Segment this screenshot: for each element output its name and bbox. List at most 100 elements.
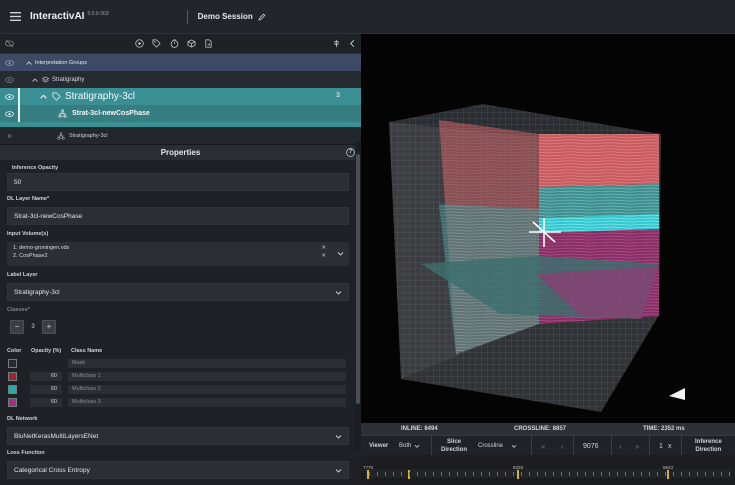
- tree-row-stratigraphy-3cl[interactable]: Stratigraphy-3cl 3: [0, 88, 361, 105]
- step-input[interactable]: 1: [659, 436, 663, 456]
- network-value: BluNetKerasMultiLayersENet: [14, 432, 99, 440]
- viewer-label: Viewer: [369, 443, 389, 449]
- class-opacity-input[interactable]: 60: [30, 372, 62, 381]
- timeline-tick: [393, 472, 394, 476]
- class-name-input[interactable]: Multiclass 2: [68, 385, 346, 394]
- step-unit: x: [668, 442, 672, 450]
- dl-layer-input[interactable]: Strat-3cl-newCosPhase: [7, 207, 349, 225]
- network-label: DL Network: [7, 416, 38, 422]
- tree-row-interpretation-groups[interactable]: Interpretation Groups: [0, 54, 361, 71]
- label-layer-value: Stratigraphy-3cl: [14, 288, 60, 296]
- eye-icon[interactable]: [0, 76, 18, 83]
- network-select[interactable]: BluNetKerasMultiLayersENet: [7, 427, 349, 445]
- remove-volume-icon[interactable]: ✕: [321, 253, 326, 259]
- seismic-3d-viewer[interactable]: [361, 34, 735, 423]
- timeline-tick: [577, 472, 578, 476]
- tree-label-stratigraphy-3cl: Stratigraphy-3cl: [65, 91, 136, 102]
- network-icon: [57, 131, 65, 140]
- chevron-up-icon[interactable]: [26, 60, 32, 65]
- timeline-marker[interactable]: [667, 470, 669, 479]
- chevron-down-icon[interactable]: [335, 433, 342, 440]
- collapse-panel-icon[interactable]: [346, 38, 358, 50]
- chevron-up-icon[interactable]: [40, 94, 47, 99]
- decrement-button[interactable]: −: [10, 320, 24, 334]
- inference-label-line: Direction: [695, 447, 722, 453]
- timeline-tick: [497, 472, 498, 476]
- app-version: 5.0.0-303: [87, 11, 109, 17]
- name-col-header: Class Name: [71, 348, 103, 354]
- class-color-swatch[interactable]: [8, 385, 17, 394]
- classes-value: 3: [31, 324, 35, 330]
- eye-icon[interactable]: [0, 133, 18, 139]
- tree-label-groups: Interpretation Groups: [35, 59, 87, 66]
- timer-icon[interactable]: [168, 38, 180, 50]
- class-opacity-input[interactable]: [30, 359, 62, 368]
- timeline-tick: [537, 472, 538, 476]
- inference-label-line: Inference: [695, 439, 722, 445]
- chevron-down-icon[interactable]: [511, 443, 517, 449]
- timeline-tick: [681, 472, 682, 476]
- edit-session-icon[interactable]: [258, 13, 266, 21]
- slice-controls: Viewer Both Slice Direction Crossline « ‹…: [361, 435, 735, 456]
- hamburger-menu-icon[interactable]: [0, 0, 30, 34]
- input-volumes-select[interactable]: 1. demo-groningen.vds ✕ 2. CosPhase2 ✕: [7, 242, 349, 266]
- inference-direction-label[interactable]: Inference Direction: [695, 436, 722, 456]
- class-color-swatch[interactable]: [8, 372, 17, 381]
- inline-readout: INLINE: 8494: [401, 426, 438, 432]
- viewer-select[interactable]: Both: [399, 436, 420, 456]
- eye-icon[interactable]: [0, 93, 18, 100]
- timeline-tick: [473, 472, 474, 476]
- slice-direction-select[interactable]: Crossline: [478, 436, 517, 456]
- class-color-swatch[interactable]: [8, 359, 17, 368]
- seismic-cube-render: [389, 104, 685, 412]
- remove-volume-icon[interactable]: ✕: [321, 245, 326, 251]
- first-slice-icon[interactable]: «: [541, 436, 545, 456]
- crossline-readout: CROSSLINE: 8857: [514, 426, 567, 432]
- timeline-tick: [609, 472, 610, 476]
- label-layer-select[interactable]: Stratigraphy-3cl: [7, 283, 349, 301]
- increment-button[interactable]: +: [42, 320, 56, 334]
- class-color-swatch[interactable]: [8, 398, 17, 407]
- timeline-marker[interactable]: [517, 470, 519, 479]
- slice-index-input[interactable]: 9076: [583, 436, 599, 456]
- classes-label: Classes*: [7, 307, 30, 313]
- chevron-down-icon[interactable]: [414, 443, 420, 449]
- class-opacity-input[interactable]: 60: [30, 385, 62, 394]
- class-name-input[interactable]: Mask: [68, 359, 346, 368]
- class-name-input[interactable]: Multiclass 3: [68, 398, 346, 407]
- class-opacity-input[interactable]: 60: [30, 398, 62, 407]
- timeline-track[interactable]: [365, 469, 731, 478]
- chevron-up-icon[interactable]: [32, 77, 38, 82]
- input-volumes-label: Input Volume(s): [7, 231, 49, 237]
- session-title: Demo Session: [197, 12, 253, 21]
- timeline-tick: [441, 472, 442, 476]
- last-slice-icon[interactable]: »: [635, 436, 639, 456]
- loss-function-select[interactable]: Categorical Cross Entropy: [7, 461, 349, 479]
- class-name-input[interactable]: Multiclass 1: [68, 372, 346, 381]
- chevron-down-icon[interactable]: [335, 467, 342, 474]
- export-icon[interactable]: [202, 38, 214, 50]
- scrollbar-thumb[interactable]: [356, 154, 360, 404]
- tree-row-stratigraphy[interactable]: Stratigraphy: [0, 71, 361, 88]
- chevron-down-icon[interactable]: [337, 250, 344, 257]
- tag-icon[interactable]: [150, 38, 162, 50]
- class-row: 60 Multiclass 2: [7, 383, 346, 396]
- divider: [681, 436, 682, 456]
- timeline-tick: [433, 472, 434, 476]
- pin-icon[interactable]: [330, 38, 342, 50]
- class-row: Mask: [7, 357, 346, 370]
- previous-slice-icon[interactable]: ‹: [561, 436, 564, 456]
- eye-icon[interactable]: [0, 110, 18, 117]
- opacity-input[interactable]: 50: [7, 173, 349, 191]
- next-slice-icon[interactable]: ›: [619, 436, 622, 456]
- slice-timeline[interactable]: 7775 8329 8643: [361, 455, 735, 485]
- timeline-tick: [649, 472, 650, 476]
- volume-name: 1. demo-groningen.vds: [13, 245, 70, 251]
- eye-icon[interactable]: [0, 59, 18, 66]
- cube-icon[interactable]: [185, 38, 197, 50]
- slice-direction-label: Slice Direction: [441, 436, 467, 456]
- play-icon[interactable]: [133, 38, 145, 50]
- hide-all-icon[interactable]: [3, 38, 15, 50]
- chevron-down-icon[interactable]: [335, 289, 342, 296]
- tree-row-cosphase[interactable]: Strat-3cl-newCosPhase: [0, 105, 361, 122]
